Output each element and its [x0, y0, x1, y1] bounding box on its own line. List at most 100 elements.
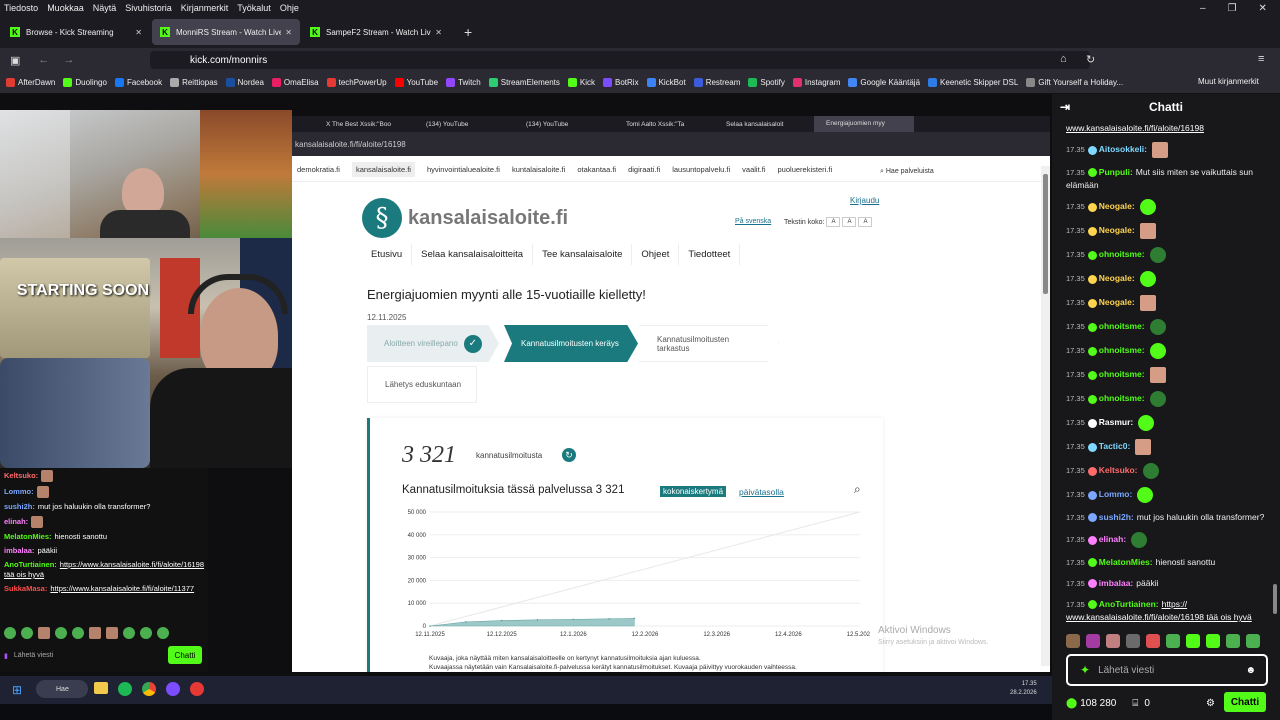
- chat-username[interactable]: ohnoitsme:: [1099, 321, 1145, 331]
- emote[interactable]: [1086, 634, 1100, 648]
- chat-username[interactable]: elinah:: [1099, 534, 1126, 544]
- site-nav-item[interactable]: kuntalaisaloite.fi: [512, 165, 565, 174]
- chat-send-button[interactable]: Chatti: [1224, 692, 1266, 712]
- refresh-icon[interactable]: ↻: [562, 448, 576, 462]
- emote[interactable]: [1186, 634, 1200, 648]
- font-size-medium[interactable]: A: [842, 217, 857, 227]
- chrome-icon[interactable]: [142, 682, 156, 696]
- emote[interactable]: [1226, 634, 1240, 648]
- back-icon[interactable]: ←: [38, 54, 49, 66]
- inner-tab[interactable]: Tomi Aalto Xssik:"Ta: [614, 121, 714, 128]
- chat-username[interactable]: Tactic0:: [1099, 441, 1131, 451]
- site-nav-item[interactable]: digiraati.fi: [628, 165, 660, 174]
- font-size-large[interactable]: A: [858, 217, 873, 227]
- emote[interactable]: [1066, 634, 1080, 648]
- site-nav-item[interactable]: vaalit.fi: [742, 165, 765, 174]
- bookmark[interactable]: Restream: [693, 78, 740, 87]
- close-icon[interactable]: ✕: [1259, 3, 1267, 14]
- chat-input[interactable]: ✦ Lähetä viesti ☻: [1066, 654, 1268, 686]
- reload-icon[interactable]: ↻: [1086, 53, 1095, 66]
- chat-username[interactable]: Neogale:: [1099, 225, 1135, 235]
- menu-5[interactable]: Työkalut: [237, 3, 271, 13]
- window-controls[interactable]: – ❐ ✕: [1200, 3, 1267, 14]
- bookmark[interactable]: Keenetic Skipper DSL: [928, 78, 1018, 87]
- chat-username[interactable]: AnoTurtiainen:: [1099, 599, 1159, 609]
- overlay-send-button[interactable]: Chatti: [168, 646, 202, 664]
- chat-username[interactable]: sushi2h:: [1099, 512, 1134, 522]
- main-nav-item[interactable]: Tiedotteet: [679, 244, 741, 265]
- collapse-chat-icon[interactable]: ⇥: [1060, 100, 1070, 114]
- bookmark[interactable]: YouTube: [394, 78, 438, 87]
- emote[interactable]: [1146, 634, 1160, 648]
- restore-icon[interactable]: ❐: [1228, 3, 1237, 14]
- site-nav-item[interactable]: lausuntopalvelu.fi: [672, 165, 730, 174]
- emote[interactable]: [1106, 634, 1120, 648]
- bookmark[interactable]: Reittiopas: [170, 78, 218, 87]
- emoji-icon[interactable]: ☻: [1245, 665, 1256, 676]
- inner-tab[interactable]: X The Best Xssik:"Boo: [314, 121, 414, 128]
- bookmark[interactable]: BotRix: [603, 78, 639, 87]
- minimize-icon[interactable]: –: [1200, 3, 1206, 14]
- chat-username[interactable]: Aitosokkeli:: [1099, 144, 1147, 154]
- menu-4[interactable]: Kirjanmerkit: [181, 3, 229, 13]
- chat-username[interactable]: ohnoitsme:: [1099, 369, 1145, 379]
- other-bookmarks[interactable]: Muut kirjanmerkit: [1198, 77, 1259, 86]
- bookmark[interactable]: Twitch: [446, 78, 481, 87]
- inner-tab[interactable]: (134) YouTube: [514, 121, 614, 128]
- menu-0[interactable]: Tiedosto: [4, 3, 38, 13]
- main-nav-item[interactable]: Tee kansalaisaloite: [533, 244, 633, 265]
- site-logo[interactable]: § kansalaisaloite.fi: [362, 198, 568, 238]
- chat-scroll-thumb[interactable]: [1273, 584, 1277, 614]
- site-nav-item[interactable]: otakantaa.fi: [577, 165, 616, 174]
- zoom-icon[interactable]: ⌕: [854, 482, 861, 497]
- home-icon[interactable]: ⌂: [1060, 53, 1067, 65]
- site-nav-item[interactable]: hyvinvointialuealoite.fi: [427, 165, 500, 174]
- chat-username[interactable]: Lommo:: [1099, 489, 1133, 499]
- login-link[interactable]: Kirjaudu: [850, 196, 879, 205]
- tab-close-icon[interactable]: ✕: [435, 28, 442, 37]
- chat-username[interactable]: imbalaa:: [1099, 578, 1134, 588]
- site-nav-item[interactable]: kansalaisaloite.fi: [351, 162, 415, 177]
- bookmark[interactable]: Duolingo: [63, 78, 107, 87]
- chat-username[interactable]: Neogale:: [1099, 273, 1135, 283]
- url-field[interactable]: kick.com/monnirs: [150, 51, 1090, 69]
- bookmark[interactable]: Nordea: [225, 78, 264, 87]
- chat-username[interactable]: Keltsuko:: [1099, 465, 1138, 475]
- daily-link[interactable]: päivätasolla: [739, 487, 784, 497]
- inner-tab[interactable]: Selaa kansalaisaloit: [714, 121, 814, 128]
- sidebar-icon[interactable]: ▣: [10, 54, 20, 67]
- bookmark[interactable]: Google Kääntäjä: [848, 78, 920, 87]
- app-icon[interactable]: [166, 682, 180, 696]
- bookmark[interactable]: AfterDawn: [6, 78, 55, 87]
- swedish-link[interactable]: På svenska: [735, 218, 771, 225]
- chat-username[interactable]: MelatonMies:: [1099, 557, 1153, 567]
- bookmark[interactable]: Facebook: [114, 78, 162, 87]
- menu-2[interactable]: Näytä: [93, 3, 117, 13]
- chat-username[interactable]: Punpuli:: [1099, 167, 1133, 177]
- bookmark[interactable]: techPowerUp: [326, 78, 387, 87]
- tab-close-icon[interactable]: ✕: [285, 28, 292, 37]
- emote[interactable]: [1126, 634, 1140, 648]
- forward-icon[interactable]: →: [63, 54, 74, 66]
- taskbar-search[interactable]: Hae: [36, 680, 88, 698]
- site-nav-item[interactable]: puoluerekisteri.fi: [778, 165, 833, 174]
- chat-username[interactable]: Rasmur:: [1099, 417, 1133, 427]
- inner-scroll-thumb[interactable]: [1043, 174, 1048, 294]
- main-nav-item[interactable]: Ohjeet: [632, 244, 680, 265]
- spotify-icon[interactable]: [118, 682, 132, 696]
- menu-6[interactable]: Ohje: [280, 3, 299, 13]
- gift-icon[interactable]: ⌸: [1132, 698, 1138, 709]
- browser-tab[interactable]: K SampeF2 Stream - Watch Live ✕: [302, 19, 450, 45]
- bookmark[interactable]: Gift Yourself a Holiday...: [1026, 78, 1123, 87]
- chat-username[interactable]: ohnoitsme:: [1099, 393, 1145, 403]
- main-nav-item[interactable]: Etusivu: [362, 244, 413, 265]
- emote[interactable]: [1206, 634, 1220, 648]
- chat-username[interactable]: ohnoitsme:: [1099, 345, 1145, 355]
- bookmark[interactable]: StreamElements: [488, 78, 560, 87]
- font-size-small[interactable]: A: [826, 217, 841, 227]
- new-tab-icon[interactable]: +: [464, 24, 472, 40]
- bookmark[interactable]: Kick: [567, 78, 595, 87]
- emote[interactable]: [1246, 634, 1260, 648]
- windows-start-icon[interactable]: ⊞: [12, 683, 22, 697]
- taskbar-clock[interactable]: 17.35 28.2.2026: [1010, 680, 1037, 698]
